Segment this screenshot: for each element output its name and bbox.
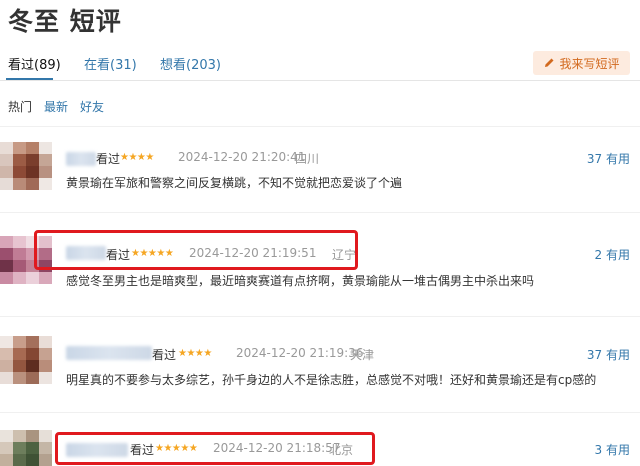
rating-stars: ★★★★ — [178, 348, 212, 359]
write-review-label: 我来写短评 — [559, 56, 620, 71]
watch-status: 看过 — [152, 348, 177, 362]
comment-text: 感觉冬至男主也是暗爽型，最近暗爽赛道有点挤啊，黄景瑜能从一堆古偶男主中杀出来吗 — [66, 274, 535, 288]
useful-vote[interactable]: 37 有用 — [587, 346, 630, 363]
write-review-button[interactable]: 我来写短评 — [533, 51, 630, 75]
tab-watching[interactable]: 在看(31) — [84, 54, 137, 73]
sort-newest[interactable]: 最新 — [44, 98, 68, 115]
avatar[interactable] — [0, 142, 52, 202]
highlight-box — [34, 230, 358, 270]
avatar[interactable] — [0, 336, 52, 396]
comment-location: 天津 — [350, 348, 375, 362]
divider — [0, 126, 640, 127]
tab-want-to-watch[interactable]: 想看(203) — [160, 54, 221, 73]
tabs-divider — [0, 80, 640, 81]
divider — [0, 316, 640, 317]
divider — [0, 412, 640, 413]
comment-location: 四川 — [295, 152, 320, 166]
useful-vote[interactable]: 3 有用 — [595, 441, 630, 458]
tab-watched[interactable]: 看过(89) — [8, 54, 61, 73]
pencil-icon — [545, 58, 554, 67]
comment-time: 2024-12-20 21:20:41 — [178, 150, 306, 164]
rating-stars: ★★★★ — [120, 152, 154, 163]
useful-vote[interactable]: 37 有用 — [587, 150, 630, 167]
sort-hot[interactable]: 热门 — [8, 98, 32, 115]
page-title: 冬至 短评 — [8, 7, 122, 36]
comment-text: 黄景瑜在军旅和警察之间反复横跳，不知不觉就把恋爱谈了个遍 — [66, 176, 403, 190]
username-blurred[interactable] — [66, 152, 96, 166]
divider — [0, 212, 640, 213]
username-blurred[interactable] — [66, 346, 152, 360]
watch-status: 看过 — [96, 152, 121, 166]
comment-time: 2024-12-20 21:19:36 — [236, 346, 364, 360]
highlight-box — [55, 432, 375, 465]
comment-text: 明星真的不要参与太多综艺，孙千身边的人不是徐志胜，总感觉不对哦！还好和黄景瑜还是… — [66, 373, 597, 387]
useful-vote[interactable]: 2 有用 — [595, 246, 630, 263]
sort-friends[interactable]: 好友 — [80, 98, 104, 115]
avatar[interactable] — [0, 430, 52, 466]
